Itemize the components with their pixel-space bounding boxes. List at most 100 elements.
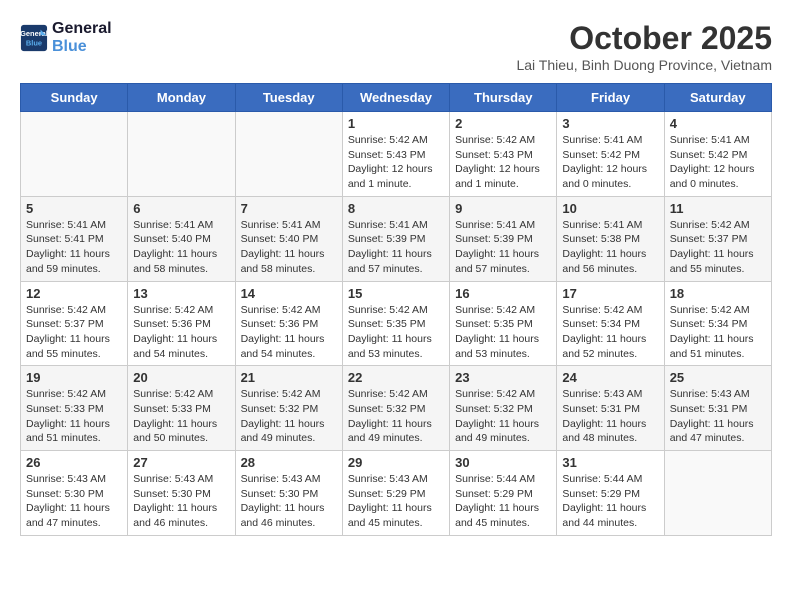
day-number: 11 — [670, 201, 766, 216]
title-area: October 2025 Lai Thieu, Binh Duong Provi… — [516, 20, 772, 73]
col-header-friday: Friday — [557, 84, 664, 112]
day-info: Sunrise: 5:42 AM Sunset: 5:32 PM Dayligh… — [348, 387, 444, 446]
day-info: Sunrise: 5:42 AM Sunset: 5:33 PM Dayligh… — [133, 387, 229, 446]
day-info: Sunrise: 5:42 AM Sunset: 5:35 PM Dayligh… — [348, 303, 444, 362]
calendar-cell: 23 Sunrise: 5:42 AM Sunset: 5:32 PM Dayli… — [450, 366, 557, 451]
calendar-cell — [664, 451, 771, 536]
day-number: 2 — [455, 116, 551, 131]
calendar-cell — [21, 112, 128, 197]
day-info: Sunrise: 5:44 AM Sunset: 5:29 PM Dayligh… — [562, 472, 658, 531]
day-number: 19 — [26, 370, 122, 385]
day-info: Sunrise: 5:41 AM Sunset: 5:39 PM Dayligh… — [348, 218, 444, 277]
day-info: Sunrise: 5:42 AM Sunset: 5:35 PM Dayligh… — [455, 303, 551, 362]
day-number: 13 — [133, 286, 229, 301]
day-number: 1 — [348, 116, 444, 131]
calendar-cell: 14 Sunrise: 5:42 AM Sunset: 5:36 PM Dayli… — [235, 281, 342, 366]
calendar-cell: 18 Sunrise: 5:42 AM Sunset: 5:34 PM Dayli… — [664, 281, 771, 366]
col-header-tuesday: Tuesday — [235, 84, 342, 112]
calendar-cell: 22 Sunrise: 5:42 AM Sunset: 5:32 PM Dayli… — [342, 366, 449, 451]
day-info: Sunrise: 5:41 AM Sunset: 5:39 PM Dayligh… — [455, 218, 551, 277]
day-info: Sunrise: 5:41 AM Sunset: 5:42 PM Dayligh… — [562, 133, 658, 192]
calendar-cell: 16Sunrise: 5:42 AM Sunset: 5:35 PM Dayli… — [450, 281, 557, 366]
calendar-cell: 11 Sunrise: 5:42 AM Sunset: 5:37 PM Dayli… — [664, 196, 771, 281]
calendar-cell: 20 Sunrise: 5:42 AM Sunset: 5:33 PM Dayli… — [128, 366, 235, 451]
day-number: 3 — [562, 116, 658, 131]
day-number: 5 — [26, 201, 122, 216]
calendar-cell: 31 Sunrise: 5:44 AM Sunset: 5:29 PM Dayli… — [557, 451, 664, 536]
calendar-cell — [128, 112, 235, 197]
day-number: 20 — [133, 370, 229, 385]
location-subtitle: Lai Thieu, Binh Duong Province, Vietnam — [516, 57, 772, 73]
day-number: 17 — [562, 286, 658, 301]
day-info: Sunrise: 5:42 AM Sunset: 5:34 PM Dayligh… — [562, 303, 658, 362]
day-number: 31 — [562, 455, 658, 470]
calendar-cell: 26Sunrise: 5:43 AM Sunset: 5:30 PM Dayli… — [21, 451, 128, 536]
calendar-cell: 13 Sunrise: 5:42 AM Sunset: 5:36 PM Dayli… — [128, 281, 235, 366]
calendar-cell: 3 Sunrise: 5:41 AM Sunset: 5:42 PM Daylig… — [557, 112, 664, 197]
calendar-cell: 24 Sunrise: 5:43 AM Sunset: 5:31 PM Dayli… — [557, 366, 664, 451]
day-number: 21 — [241, 370, 337, 385]
logo-icon: General Blue — [20, 24, 48, 52]
day-number: 18 — [670, 286, 766, 301]
day-info: Sunrise: 5:43 AM Sunset: 5:29 PM Dayligh… — [348, 472, 444, 531]
day-number: 12 — [26, 286, 122, 301]
day-number: 4 — [670, 116, 766, 131]
calendar-cell: 8Sunrise: 5:41 AM Sunset: 5:39 PM Daylig… — [342, 196, 449, 281]
day-info: Sunrise: 5:42 AM Sunset: 5:32 PM Dayligh… — [241, 387, 337, 446]
calendar-cell: 10 Sunrise: 5:41 AM Sunset: 5:38 PM Dayli… — [557, 196, 664, 281]
day-number: 6 — [133, 201, 229, 216]
day-number: 25 — [670, 370, 766, 385]
calendar-cell: 12 Sunrise: 5:42 AM Sunset: 5:37 PM Dayli… — [21, 281, 128, 366]
day-info: Sunrise: 5:41 AM Sunset: 5:41 PM Dayligh… — [26, 218, 122, 277]
calendar-cell: 15Sunrise: 5:42 AM Sunset: 5:35 PM Dayli… — [342, 281, 449, 366]
calendar-table: SundayMondayTuesdayWednesdayThursdayFrid… — [20, 83, 772, 536]
calendar-cell: 27 Sunrise: 5:43 AM Sunset: 5:30 PM Dayli… — [128, 451, 235, 536]
calendar-cell: 29Sunrise: 5:43 AM Sunset: 5:29 PM Dayli… — [342, 451, 449, 536]
col-header-saturday: Saturday — [664, 84, 771, 112]
logo-text-blue: Blue — [52, 38, 112, 56]
calendar-cell: 6 Sunrise: 5:41 AM Sunset: 5:40 PM Daylig… — [128, 196, 235, 281]
col-header-wednesday: Wednesday — [342, 84, 449, 112]
day-number: 22 — [348, 370, 444, 385]
day-number: 27 — [133, 455, 229, 470]
day-number: 23 — [455, 370, 551, 385]
day-info: Sunrise: 5:43 AM Sunset: 5:31 PM Dayligh… — [670, 387, 766, 446]
calendar-cell — [235, 112, 342, 197]
day-info: Sunrise: 5:42 AM Sunset: 5:43 PM Dayligh… — [455, 133, 551, 192]
calendar-cell: 21 Sunrise: 5:42 AM Sunset: 5:32 PM Dayli… — [235, 366, 342, 451]
day-number: 14 — [241, 286, 337, 301]
day-info: Sunrise: 5:43 AM Sunset: 5:31 PM Dayligh… — [562, 387, 658, 446]
day-info: Sunrise: 5:42 AM Sunset: 5:37 PM Dayligh… — [26, 303, 122, 362]
calendar-cell: 7 Sunrise: 5:41 AM Sunset: 5:40 PM Daylig… — [235, 196, 342, 281]
day-info: Sunrise: 5:41 AM Sunset: 5:40 PM Dayligh… — [133, 218, 229, 277]
day-number: 30 — [455, 455, 551, 470]
calendar-cell: 9 Sunrise: 5:41 AM Sunset: 5:39 PM Daylig… — [450, 196, 557, 281]
day-info: Sunrise: 5:44 AM Sunset: 5:29 PM Dayligh… — [455, 472, 551, 531]
calendar-cell: 17 Sunrise: 5:42 AM Sunset: 5:34 PM Dayli… — [557, 281, 664, 366]
day-info: Sunrise: 5:42 AM Sunset: 5:36 PM Dayligh… — [241, 303, 337, 362]
day-info: Sunrise: 5:43 AM Sunset: 5:30 PM Dayligh… — [241, 472, 337, 531]
calendar-cell: 28Sunrise: 5:43 AM Sunset: 5:30 PM Dayli… — [235, 451, 342, 536]
day-info: Sunrise: 5:42 AM Sunset: 5:43 PM Dayligh… — [348, 133, 444, 192]
logo: General Blue General Blue — [20, 20, 112, 55]
day-info: Sunrise: 5:42 AM Sunset: 5:37 PM Dayligh… — [670, 218, 766, 277]
day-info: Sunrise: 5:42 AM Sunset: 5:33 PM Dayligh… — [26, 387, 122, 446]
day-number: 9 — [455, 201, 551, 216]
day-number: 10 — [562, 201, 658, 216]
day-number: 24 — [562, 370, 658, 385]
day-info: Sunrise: 5:42 AM Sunset: 5:32 PM Dayligh… — [455, 387, 551, 446]
col-header-thursday: Thursday — [450, 84, 557, 112]
page-header: General Blue General Blue October 2025 L… — [20, 20, 772, 73]
day-info: Sunrise: 5:42 AM Sunset: 5:34 PM Dayligh… — [670, 303, 766, 362]
day-number: 7 — [241, 201, 337, 216]
svg-text:Blue: Blue — [26, 38, 42, 47]
day-info: Sunrise: 5:42 AM Sunset: 5:36 PM Dayligh… — [133, 303, 229, 362]
calendar-cell: 2 Sunrise: 5:42 AM Sunset: 5:43 PM Daylig… — [450, 112, 557, 197]
day-number: 26 — [26, 455, 122, 470]
day-info: Sunrise: 5:41 AM Sunset: 5:40 PM Dayligh… — [241, 218, 337, 277]
day-info: Sunrise: 5:41 AM Sunset: 5:42 PM Dayligh… — [670, 133, 766, 192]
day-info: Sunrise: 5:43 AM Sunset: 5:30 PM Dayligh… — [133, 472, 229, 531]
col-header-monday: Monday — [128, 84, 235, 112]
day-info: Sunrise: 5:41 AM Sunset: 5:38 PM Dayligh… — [562, 218, 658, 277]
col-header-sunday: Sunday — [21, 84, 128, 112]
